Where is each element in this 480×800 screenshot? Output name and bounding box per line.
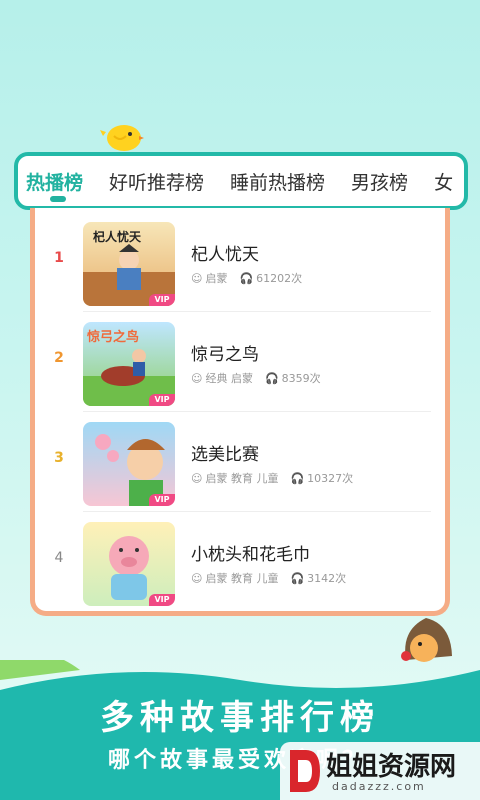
tab-girls[interactable]: 女	[434, 168, 453, 195]
smile-icon: ☺	[191, 371, 203, 385]
vip-badge: VIP	[149, 394, 175, 406]
rank-number: 4	[54, 550, 64, 566]
rank-number: 2	[54, 350, 64, 366]
story-cover: VIP	[83, 422, 175, 506]
cover-title: 杞人忧天	[93, 230, 142, 244]
active-tab-indicator	[50, 196, 66, 202]
watermark-logo-icon	[290, 750, 320, 792]
vip-badge: VIP	[149, 294, 175, 306]
tab-bedtime[interactable]: 睡前热播榜	[230, 168, 325, 195]
site-watermark: 姐姐资源网 dadazzz.com	[280, 742, 480, 800]
bird-mascot-icon	[100, 125, 144, 151]
smile-icon: ☺	[191, 471, 203, 485]
story-meta: ☺ 经典 启蒙 🎧 8359次	[191, 370, 321, 386]
story-title: 杞人忧天	[191, 245, 259, 265]
story-title: 小枕头和花毛巾	[191, 545, 310, 565]
story-list: 1 杞人忧天 VIP 杞人忧天 ☺ 启蒙 🎧 61202次 2 惊弓之鸟 VIP…	[30, 208, 450, 616]
vip-badge: VIP	[149, 494, 175, 506]
rank-tab-bar: 热播榜 好听推荐榜 睡前热播榜 男孩榜 女	[14, 152, 468, 210]
list-item[interactable]: 2 惊弓之鸟 VIP 惊弓之鸟 ☺ 经典 启蒙 🎧 8359次	[35, 312, 445, 412]
story-meta: ☺ 启蒙 教育 儿童 🎧 3142次	[191, 570, 346, 586]
smile-icon: ☺	[191, 271, 203, 285]
story-meta: ☺ 启蒙 🎧 61202次	[191, 270, 302, 286]
story-tags: 经典 启蒙	[205, 372, 253, 385]
list-item[interactable]: 3 VIP 选美比赛 ☺ 启蒙 教育 儿童 🎧 10327次	[35, 412, 445, 512]
play-count: 3142次	[307, 572, 347, 585]
headphones-icon: 🎧	[290, 471, 305, 485]
story-cover: VIP	[83, 522, 175, 606]
story-meta: ☺ 启蒙 教育 儿童 🎧 10327次	[191, 470, 353, 486]
story-cover: 惊弓之鸟 VIP	[83, 322, 175, 406]
list-item[interactable]: 1 杞人忧天 VIP 杞人忧天 ☺ 启蒙 🎧 61202次	[35, 212, 445, 312]
rank-number: 1	[54, 250, 64, 266]
story-title: 选美比赛	[191, 445, 259, 465]
cover-title: 惊弓之鸟	[87, 330, 140, 345]
play-count: 61202次	[256, 272, 303, 285]
vip-badge: VIP	[149, 594, 175, 606]
story-tags: 启蒙	[205, 272, 228, 285]
story-tags: 启蒙 教育 儿童	[205, 572, 279, 585]
story-cover: 杞人忧天 VIP	[83, 222, 175, 306]
story-tags: 启蒙 教育 儿童	[205, 472, 279, 485]
tab-hot[interactable]: 热播榜	[26, 168, 83, 195]
headphones-icon: 🎧	[290, 571, 305, 585]
watermark-url: dadazzz.com	[332, 780, 426, 793]
list-item[interactable]: 4 VIP 小枕头和花毛巾 ☺ 启蒙 教育 儿童 🎧 3142次	[35, 512, 445, 612]
watermark-text: 姐姐资源网	[326, 752, 457, 782]
rank-number: 3	[54, 450, 64, 466]
banner-title: 多种故事排行榜	[100, 698, 380, 738]
headphones-icon: 🎧	[239, 271, 254, 285]
play-count: 8359次	[281, 372, 321, 385]
tab-recommended[interactable]: 好听推荐榜	[109, 168, 204, 195]
play-count: 10327次	[307, 472, 354, 485]
smile-icon: ☺	[191, 571, 203, 585]
tab-boys[interactable]: 男孩榜	[351, 168, 408, 195]
headphones-icon: 🎧	[264, 371, 279, 385]
story-title: 惊弓之鸟	[191, 345, 259, 365]
